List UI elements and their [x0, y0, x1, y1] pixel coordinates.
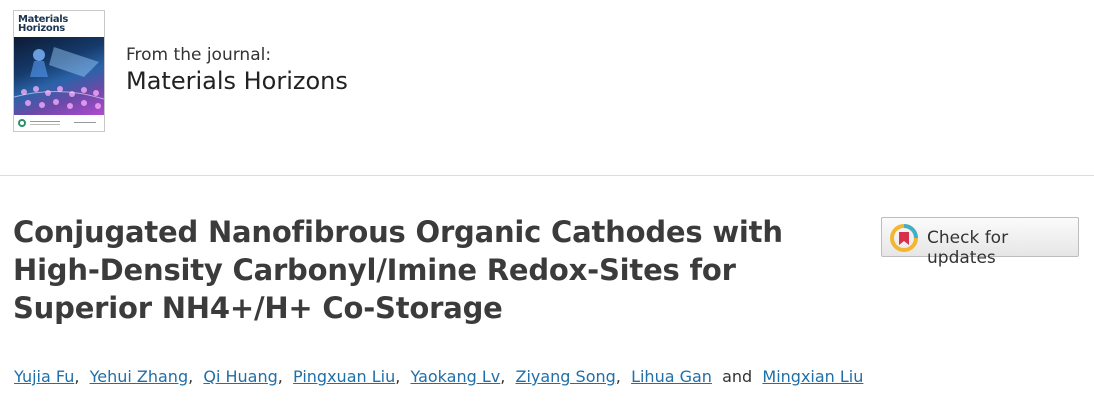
author-link[interactable]: Mingxian Liu	[762, 367, 863, 386]
cover-footer-text	[30, 121, 60, 122]
author-separator: ,	[395, 367, 401, 386]
author-link[interactable]: Yujia Fu	[14, 367, 74, 386]
author-separator: ,	[188, 367, 194, 386]
check-for-updates-button[interactable]: Check for updates	[881, 217, 1079, 268]
article-title-line: Conjugated Nanofibrous Organic Cathodes …	[13, 215, 783, 249]
header-divider	[0, 175, 1094, 176]
journal-header: Materials Horizons From the journal: Mat…	[0, 0, 1094, 176]
cover-title-line2: Horizons	[18, 23, 65, 34]
article-page: Materials Horizons From the journal: Mat…	[0, 0, 1094, 405]
author-separator: ,	[74, 367, 80, 386]
cover-footer	[14, 115, 104, 131]
cover-title: Materials Horizons	[18, 15, 68, 34]
author-link[interactable]: Pingxuan Liu	[293, 367, 395, 386]
author-link[interactable]: Yaokang Lv	[411, 367, 501, 386]
author-separator: ,	[615, 367, 621, 386]
author-link[interactable]: Yehui Zhang	[90, 367, 189, 386]
publisher-logo-icon	[18, 119, 26, 127]
author-link[interactable]: Lihua Gan	[631, 367, 712, 386]
check-for-updates-label: Check for updates	[927, 228, 1009, 268]
article-title: Conjugated Nanofibrous Organic Cathodes …	[13, 213, 833, 327]
author-separator: ,	[277, 367, 283, 386]
journal-name-link[interactable]: Materials Horizons	[126, 67, 348, 95]
crossmark-icon	[890, 224, 918, 252]
from-journal-label: From the journal:	[126, 45, 272, 65]
author-link[interactable]: Ziyang Song	[515, 367, 615, 386]
author-separator: ,	[500, 367, 506, 386]
cover-footer-text-right	[74, 122, 96, 123]
article-title-line: Superior NH4+/H+ Co-Storage	[13, 291, 503, 325]
author-list: Yujia Fu, Yehui Zhang, Qi Huang, Pingxua…	[14, 367, 1084, 386]
article-title-line: High-Density Carbonyl/Imine Redox-Sites …	[13, 253, 736, 287]
author-and: and	[722, 367, 753, 386]
author-link[interactable]: Qi Huang	[203, 367, 277, 386]
cover-artwork	[14, 37, 104, 115]
journal-cover-image[interactable]: Materials Horizons	[13, 10, 105, 132]
